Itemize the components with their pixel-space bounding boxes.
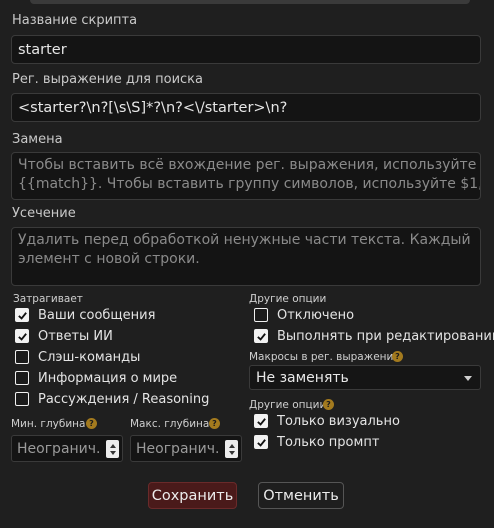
- find-regex-input[interactable]: <starter?\n?[\s\S]*?\n?<\/starter>\n?: [11, 93, 481, 122]
- script-name-label: Название скрипта: [12, 13, 138, 28]
- save-button[interactable]: Сохранить: [148, 482, 237, 509]
- regex-editor-dialog: Название скрипта starter Рег. выражение …: [0, 0, 494, 528]
- checkbox-label: Ваши сообщения: [38, 307, 156, 323]
- checkbox-label: Только промпт: [277, 434, 380, 450]
- checkbox-checked-icon[interactable]: [254, 435, 268, 449]
- checkbox-checked-icon[interactable]: [254, 329, 268, 343]
- macros-selected-value: Не заменять: [256, 369, 349, 386]
- checkbox-unchecked-icon[interactable]: [254, 308, 268, 322]
- max-depth-input[interactable]: Неогранич.: [130, 435, 242, 462]
- checkbox-prompt-only[interactable]: Только промпт: [254, 433, 379, 451]
- min-depth-input[interactable]: Неогранич.: [11, 435, 123, 462]
- other-options-label: Другие опции: [249, 293, 327, 305]
- checkbox-run-on-edit[interactable]: Выполнять при редактировании: [254, 327, 494, 345]
- checkbox-label: Только визуально: [277, 413, 400, 429]
- replace-textarea[interactable]: Чтобы вставить всё вхождение рег. выраже…: [11, 152, 481, 200]
- replace-placeholder-line: Чтобы вставить всё вхождение рег. выраже…: [18, 157, 477, 173]
- checkbox-label: Рассуждения / Reasoning: [38, 391, 210, 407]
- max-depth-label: Макс. глубина: [130, 418, 210, 430]
- help-icon[interactable]: ?: [392, 351, 403, 362]
- cancel-button[interactable]: Отменить: [258, 482, 344, 509]
- help-icon[interactable]: ?: [209, 418, 220, 429]
- checkbox-checked-icon[interactable]: [254, 414, 268, 428]
- chevron-down-icon: [464, 376, 472, 381]
- stepper-icon[interactable]: [106, 440, 119, 458]
- checkbox-label: Слэш-команды: [38, 349, 141, 365]
- find-regex-label: Рег. выражение для поиска: [12, 72, 203, 87]
- script-name-input[interactable]: starter: [11, 35, 481, 64]
- macros-label: Макросы в рег. выражении: [249, 351, 401, 363]
- checkbox-checked-icon[interactable]: [15, 329, 29, 343]
- help-icon[interactable]: ?: [323, 399, 334, 410]
- checkbox-unchecked-icon[interactable]: [15, 350, 29, 364]
- max-depth-placeholder: Неогранич.: [136, 440, 220, 457]
- trim-placeholder-line: элемент с новой строки.: [18, 251, 200, 267]
- trim-label: Усечение: [12, 206, 76, 221]
- checkbox-visual-only[interactable]: Только визуально: [254, 412, 400, 430]
- dialog-top-edge: [30, 0, 470, 4]
- checkbox-checked-icon[interactable]: [15, 308, 29, 322]
- replace-label: Замена: [12, 132, 63, 147]
- checkbox-slash-commands[interactable]: Слэш-команды: [15, 348, 140, 366]
- macros-select[interactable]: Не заменять: [249, 365, 481, 390]
- checkbox-unchecked-icon[interactable]: [15, 371, 29, 385]
- stepper-icon[interactable]: [225, 440, 238, 458]
- min-depth-placeholder: Неогранич.: [17, 440, 101, 457]
- checkbox-label: Выполнять при редактировании: [277, 328, 494, 344]
- affects-label: Затрагивает: [13, 293, 83, 305]
- other-options-label: Другие опции: [249, 399, 327, 411]
- trim-placeholder-line: Удалить перед обработкой ненужные части …: [18, 232, 471, 248]
- checkbox-label: Ответы ИИ: [38, 328, 113, 344]
- checkbox-disabled[interactable]: Отключено: [254, 306, 354, 324]
- checkbox-ai-responses[interactable]: Ответы ИИ: [15, 327, 113, 345]
- checkbox-reasoning[interactable]: Рассуждения / Reasoning: [15, 390, 209, 408]
- trim-textarea[interactable]: Удалить перед обработкой ненужные части …: [11, 227, 481, 286]
- checkbox-label: Отключено: [277, 307, 355, 323]
- replace-placeholder-line: {{match}}. Чтобы вставить группу символо…: [18, 176, 481, 192]
- checkbox-unchecked-icon[interactable]: [15, 392, 29, 406]
- checkbox-label: Информация о мире: [38, 370, 178, 386]
- min-depth-label: Мин. глубина: [11, 418, 86, 430]
- checkbox-world-info[interactable]: Информация о мире: [15, 369, 177, 387]
- help-icon[interactable]: ?: [86, 418, 97, 429]
- checkbox-user-messages[interactable]: Ваши сообщения: [15, 306, 155, 324]
